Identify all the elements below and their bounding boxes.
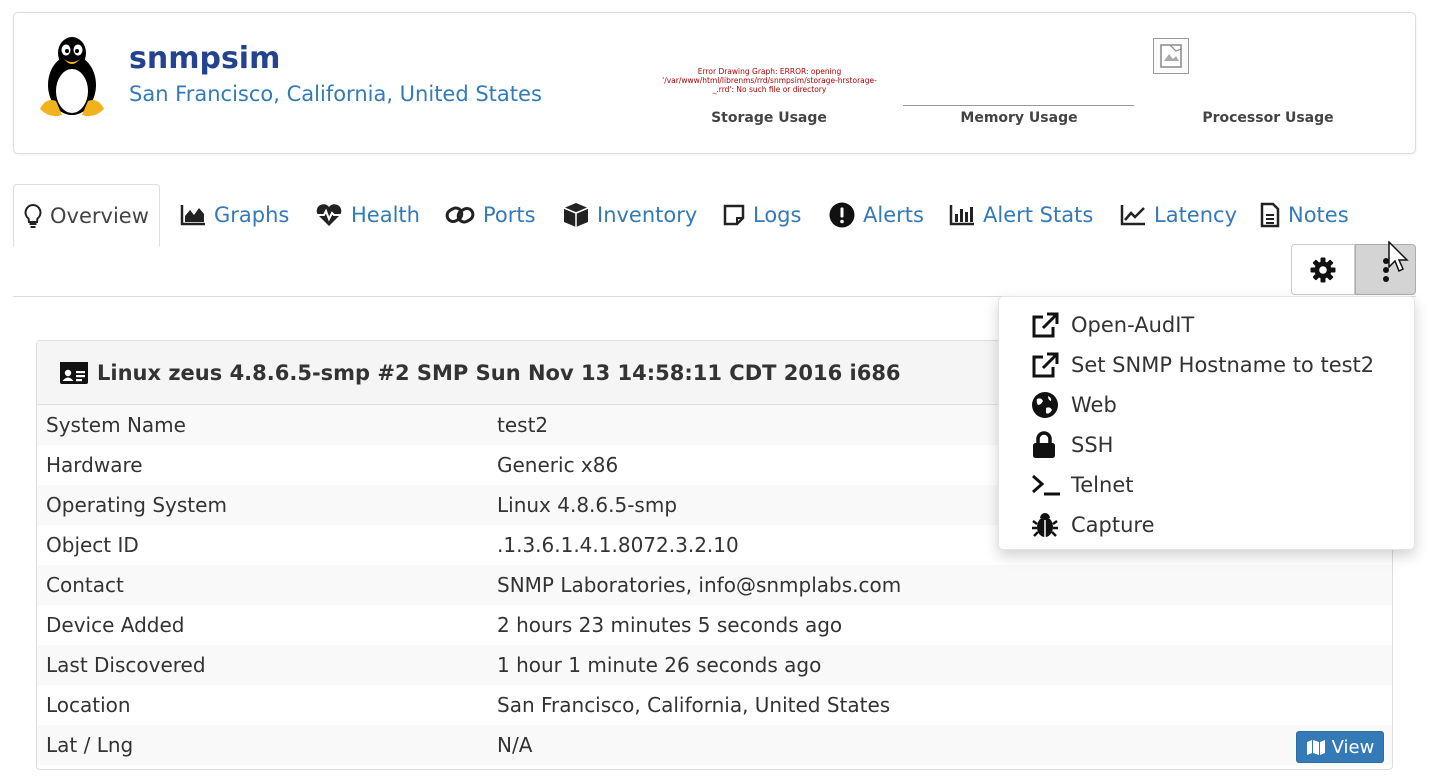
table-row: Contact SNMP Laboratories, info@snmplabs… [37,565,1392,605]
table-row: Last Discovered 1 hour 1 minute 26 secon… [37,645,1392,685]
storage-graph-error: Error Drawing Graph: ERROR: opening '/va… [662,67,877,94]
linux-tux-icon [40,37,104,117]
row-value: San Francisco, California, United States [497,693,891,717]
view-map-button[interactable]: View [1296,731,1384,763]
menu-item-capture[interactable]: Capture [999,505,1414,545]
row-value: Generic x86 [497,453,619,477]
heartbeat-icon [316,204,342,226]
menu-item-web[interactable]: Web [999,385,1414,425]
bug-icon [1032,513,1058,537]
table-row: Lat / Lng N/A View [37,725,1392,765]
tab-graphs[interactable]: Graphs [170,184,299,246]
row-value: N/A [497,733,533,757]
tab-notes[interactable]: Notes [1250,184,1359,246]
external-link-icon [1032,312,1059,338]
map-icon [1306,739,1325,755]
tab-logs[interactable]: Logs [713,184,811,246]
overview-title: Linux zeus 4.8.6.5-smp #2 SMP Sun Nov 13… [97,360,901,385]
row-value: SNMP Laboratories, info@snmplabs.com [497,573,902,597]
row-label: Contact [46,573,124,597]
menu-item-label: Telnet [1071,473,1134,497]
row-label: Lat / Lng [46,733,134,757]
tab-inventory-label: Inventory [597,203,698,227]
device-header-card: snmpsim San Francisco, California, Unite… [13,12,1416,154]
processor-usage-label[interactable]: Processor Usage [1153,110,1383,126]
terminal-icon [1032,474,1060,496]
tab-graphs-label: Graphs [214,203,290,227]
cube-icon [563,203,589,227]
table-row: Device Added 2 hours 23 minutes 5 second… [37,605,1392,645]
row-label: Hardware [46,453,143,477]
link-icon [445,206,475,224]
settings-button[interactable] [1291,244,1355,295]
area-chart-icon [180,205,205,226]
tab-health-label: Health [351,203,420,227]
memory-graph[interactable] [903,105,1134,106]
memory-usage-label[interactable]: Memory Usage [904,110,1134,126]
storage-usage-label[interactable]: Storage Usage [654,110,884,126]
row-value: 2 hours 23 minutes 5 seconds ago [497,613,843,637]
row-value: Linux 4.8.6.5-smp [497,493,678,517]
menu-item-ssh[interactable]: SSH [999,425,1414,465]
menu-item-set-snmp-hostname[interactable]: Set SNMP Hostname to test2 [999,345,1414,385]
row-label: Location [46,693,131,717]
tab-notes-label: Notes [1288,203,1349,227]
menu-item-label: Open-AudIT [1071,313,1195,337]
device-location-link[interactable]: San Francisco, California, United States [129,82,542,106]
row-label: Device Added [46,613,185,637]
tab-overview[interactable]: Overview [13,184,160,247]
tab-inventory[interactable]: Inventory [553,184,707,246]
row-value: 1 hour 1 minute 26 seconds ago [497,653,822,677]
table-row: Location San Francisco, California, Unit… [37,685,1392,725]
row-label: System Name [46,413,186,437]
tab-alerts-label: Alerts [863,203,924,227]
mouse-cursor-icon [1388,241,1409,273]
tab-health[interactable]: Health [305,184,430,246]
tab-ports[interactable]: Ports [435,184,546,246]
tab-alert-stats-label: Alert Stats [983,203,1094,227]
external-link-icon [1032,352,1059,378]
tab-latency[interactable]: Latency [1110,184,1247,246]
row-label: Object ID [46,533,139,557]
tab-overview-label: Overview [50,203,149,228]
device-hostname[interactable]: snmpsim [129,41,280,76]
tab-ports-label: Ports [483,203,536,227]
exclamation-circle-icon [829,202,855,228]
file-text-icon [1260,202,1280,228]
bar-chart-icon [949,205,974,226]
tab-alerts[interactable]: Alerts [819,184,934,246]
menu-item-label: SSH [1071,433,1114,457]
view-button-label: View [1331,736,1375,758]
device-tabs: Overview Graphs Health Ports Inventory L… [13,184,1416,297]
row-value: test2 [497,413,549,437]
gear-icon [1310,257,1336,282]
tab-latency-label: Latency [1154,203,1238,227]
sticky-note-icon [723,204,745,226]
row-label: Last Discovered [46,653,206,677]
id-card-icon [60,361,88,384]
row-label: Operating System [46,493,227,517]
processor-graph-broken-image-icon[interactable] [1153,38,1189,74]
menu-item-label: Capture [1071,513,1155,537]
menu-item-open-audit[interactable]: Open-AudIT [999,305,1414,345]
lock-icon [1033,431,1055,458]
menu-item-telnet[interactable]: Telnet [999,465,1414,505]
lightbulb-icon [24,203,42,228]
more-actions-dropdown: Open-AudIT Set SNMP Hostname to test2 We… [998,296,1415,550]
row-value: .1.3.6.1.4.1.8072.3.2.10 [497,533,739,557]
menu-item-label: Set SNMP Hostname to test2 [1071,353,1375,377]
globe-icon [1032,392,1058,418]
tab-logs-label: Logs [753,203,802,227]
line-chart-icon [1120,205,1145,226]
menu-item-label: Web [1071,393,1117,417]
tab-alert-stats[interactable]: Alert Stats [939,184,1103,246]
